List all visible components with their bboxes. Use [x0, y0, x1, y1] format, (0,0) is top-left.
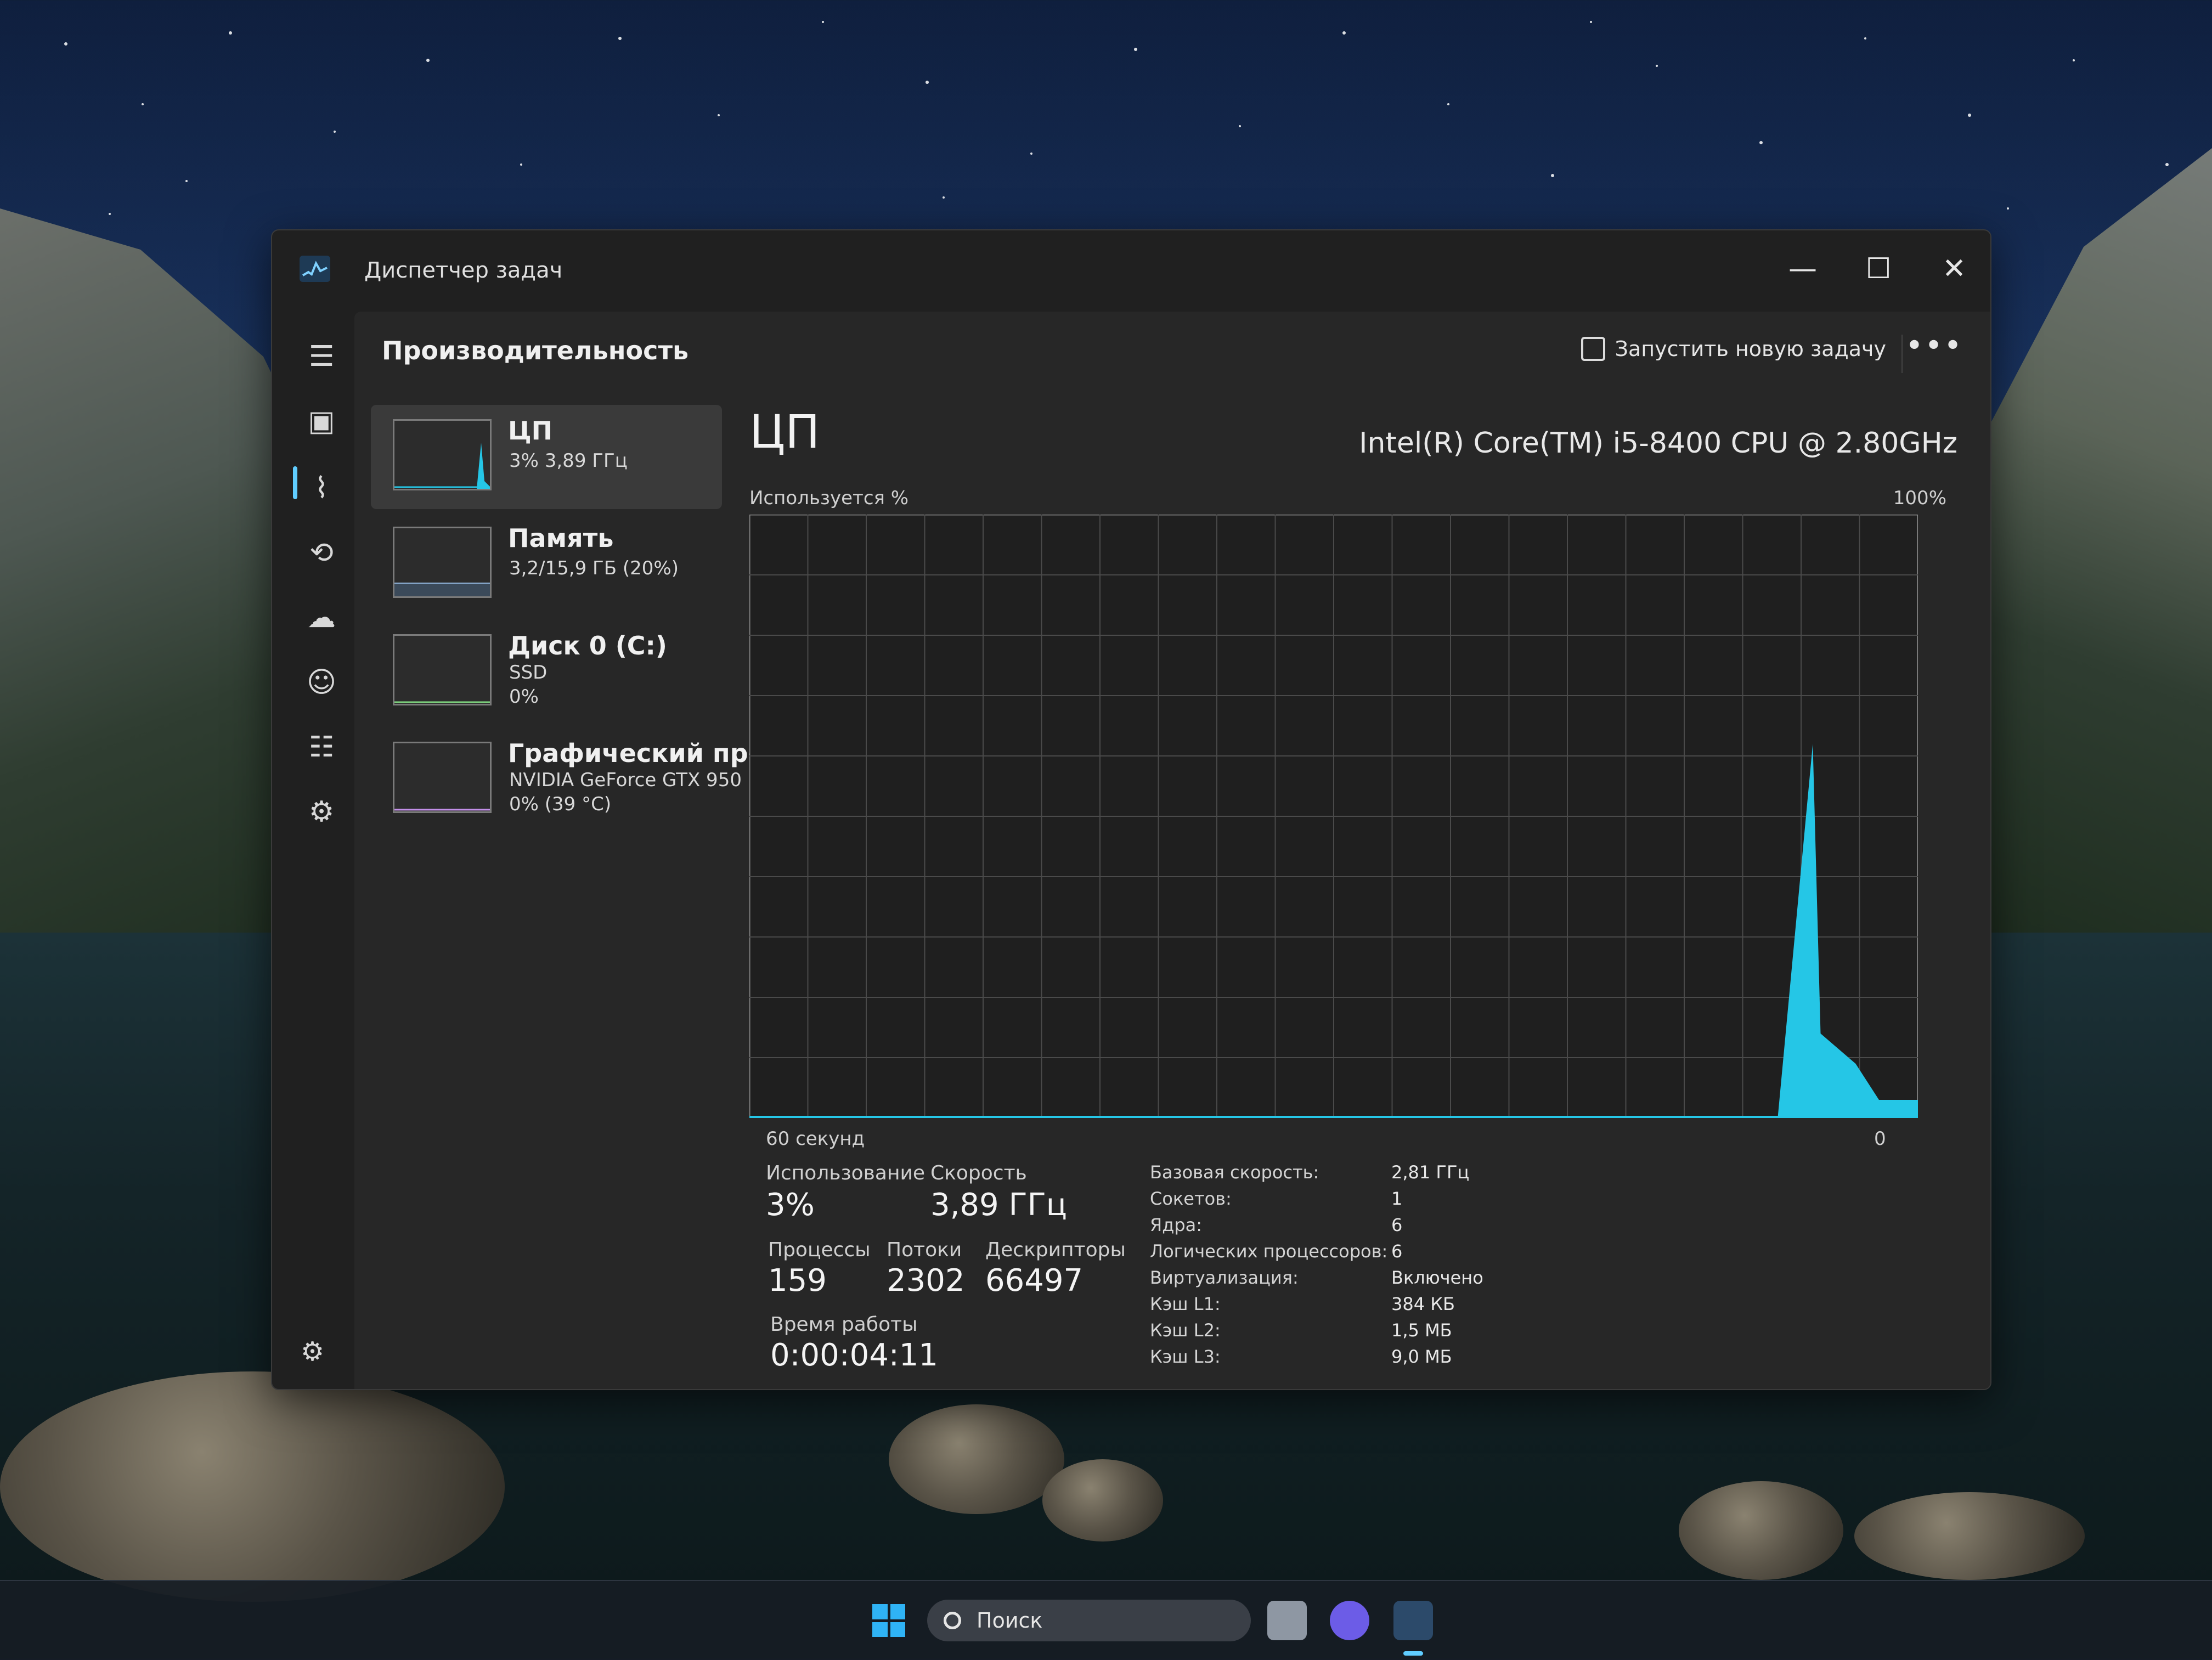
users-icon[interactable]: ☺	[300, 660, 343, 704]
processes-icon[interactable]: ▣	[300, 399, 343, 443]
cpu-usage-graph	[749, 515, 1918, 1118]
start-logo-tile	[872, 1604, 888, 1619]
sockets-label: Сокетов:	[1150, 1188, 1232, 1209]
resource-name: Память	[508, 523, 614, 553]
page-title: Производительность	[382, 336, 689, 365]
logical-processors-label: Логических процессоров:	[1150, 1241, 1388, 1262]
run-new-task-label: Запустить новую задачу	[1615, 337, 1886, 361]
cpu-model: Intel(R) Core(TM) i5-8400 CPU @ 2.80GHz	[1359, 427, 1957, 460]
run-new-task-button[interactable]: Запустить новую задачу	[1581, 337, 1886, 361]
window-title: Диспетчер задач	[364, 258, 563, 283]
cores-value: 6	[1391, 1215, 1403, 1235]
l2-cache-value: 1,5 МБ	[1391, 1320, 1452, 1341]
l2-cache-label: Кэш L2:	[1150, 1320, 1221, 1341]
maximize-button[interactable]: ☐	[1846, 247, 1911, 291]
new-task-icon	[1581, 337, 1605, 361]
chat-icon[interactable]	[1330, 1601, 1369, 1640]
virtualization-label: Виртуализация:	[1150, 1267, 1299, 1288]
services-icon[interactable]: ⚙	[300, 790, 343, 834]
taskbar-search[interactable]: Поиск	[927, 1600, 1251, 1641]
l3-cache-label: Кэш L3:	[1150, 1346, 1221, 1367]
details-icon[interactable]: ☷	[300, 725, 343, 769]
l1-cache-label: Кэш L1:	[1150, 1294, 1221, 1314]
l1-cache-value: 384 КБ	[1391, 1294, 1455, 1314]
logical-processors-value: 6	[1391, 1241, 1403, 1262]
l3-cache-value: 9,0 МБ	[1391, 1346, 1452, 1367]
handles-label: Дескрипторы	[985, 1239, 1126, 1261]
y-axis-label: Используется %	[749, 487, 909, 509]
cpu-detail-panel: ЦП Intel(R) Core(TM) i5-8400 CPU @ 2.80G…	[749, 405, 1957, 1373]
speed-label: Скорость	[930, 1162, 1027, 1184]
resource-item-memory[interactable]: Память 3,2/15,9 ГБ (20%)	[371, 512, 722, 617]
virtualization-value: Включено	[1391, 1267, 1483, 1288]
threads-label: Потоки	[887, 1239, 962, 1261]
uptime-value: 0:00:04:11	[770, 1337, 939, 1373]
minimize-button[interactable]: —	[1770, 247, 1836, 291]
usage-value: 3%	[766, 1187, 815, 1223]
app-history-icon[interactable]: ⟲	[300, 531, 343, 575]
x-axis-left-label: 60 секунд	[766, 1128, 865, 1150]
resource-usage: 0% (39 °C)	[509, 793, 612, 815]
gpu-thumbnail	[393, 742, 492, 813]
resource-detail: 3% 3,89 ГГц	[509, 450, 628, 472]
resource-item-gpu[interactable]: Графический про NVIDIA GeForce GTX 950 0…	[371, 727, 765, 832]
processes-value: 159	[768, 1263, 827, 1298]
cpu-heading: ЦП	[749, 405, 820, 459]
processes-label: Процессы	[768, 1239, 871, 1261]
title-bar[interactable]: Диспетчер задач — ☐ ✕	[272, 230, 1990, 312]
threads-value: 2302	[887, 1263, 965, 1298]
resource-name: Графический про	[508, 738, 766, 768]
nav-active-indicator	[293, 466, 297, 499]
memory-thumbnail	[393, 527, 492, 598]
resource-detail: NVIDIA GeForce GTX 950	[509, 769, 742, 791]
rock	[0, 1371, 505, 1602]
more-options-button[interactable]: •••	[1905, 328, 1963, 364]
search-label: Поиск	[977, 1608, 1043, 1633]
base-speed-value: 2,81 ГГц	[1391, 1162, 1470, 1183]
rock	[1854, 1492, 2085, 1580]
settings-icon[interactable]: ⚙	[301, 1336, 324, 1367]
rock	[1679, 1481, 1843, 1580]
rock	[1042, 1459, 1163, 1542]
taskbar: Поиск	[0, 1580, 2212, 1660]
resource-item-cpu[interactable]: ЦП 3% 3,89 ГГц	[371, 405, 722, 509]
disk-thumbnail	[393, 634, 492, 705]
start-logo-tile	[872, 1622, 888, 1637]
search-icon	[944, 1612, 961, 1629]
base-speed-label: Базовая скорость:	[1150, 1162, 1319, 1183]
start-logo-tile	[890, 1622, 905, 1637]
start-button[interactable]	[872, 1604, 905, 1637]
active-app-indicator	[1403, 1651, 1423, 1656]
rock	[889, 1404, 1064, 1514]
handles-value: 66497	[985, 1263, 1084, 1298]
x-axis-right-label: 0	[1874, 1128, 1886, 1150]
uptime-label: Время работы	[770, 1313, 918, 1336]
cores-label: Ядра:	[1150, 1215, 1203, 1235]
task-manager-app-icon	[300, 256, 330, 282]
task-view-icon[interactable]	[1267, 1601, 1307, 1640]
resource-list: ЦП 3% 3,89 ГГц Память 3,2/15,9 ГБ (20%) …	[371, 405, 765, 835]
task-manager-window: Диспетчер задач — ☐ ✕ ☰ ▣ ⌇ ⟲ ☁ ☺ ☷ ⚙ Пр…	[271, 229, 1991, 1390]
usage-label: Использование	[766, 1162, 926, 1184]
cpu-thumbnail	[393, 419, 492, 490]
resource-item-disk[interactable]: Диск 0 (C:) SSD 0%	[371, 620, 722, 724]
task-manager-taskbar-icon[interactable]	[1393, 1601, 1433, 1640]
startup-apps-icon[interactable]: ☁	[300, 596, 343, 640]
sockets-value: 1	[1391, 1188, 1403, 1209]
resource-name: ЦП	[508, 416, 553, 445]
menu-icon[interactable]: ☰	[300, 335, 343, 379]
start-logo-tile	[890, 1604, 905, 1619]
performance-icon[interactable]: ⌇	[300, 466, 343, 510]
resource-detail: SSD	[509, 662, 548, 684]
close-button[interactable]: ✕	[1921, 247, 1987, 291]
y-axis-max-label: 100%	[1893, 487, 1946, 509]
speed-value: 3,89 ГГц	[930, 1187, 1067, 1223]
resource-detail: 3,2/15,9 ГБ (20%)	[509, 557, 679, 579]
header-divider	[1901, 335, 1903, 373]
resource-name: Диск 0 (C:)	[508, 631, 667, 660]
resource-usage: 0%	[509, 686, 539, 708]
content-area: Производительность Запустить новую задач…	[354, 312, 1990, 1389]
